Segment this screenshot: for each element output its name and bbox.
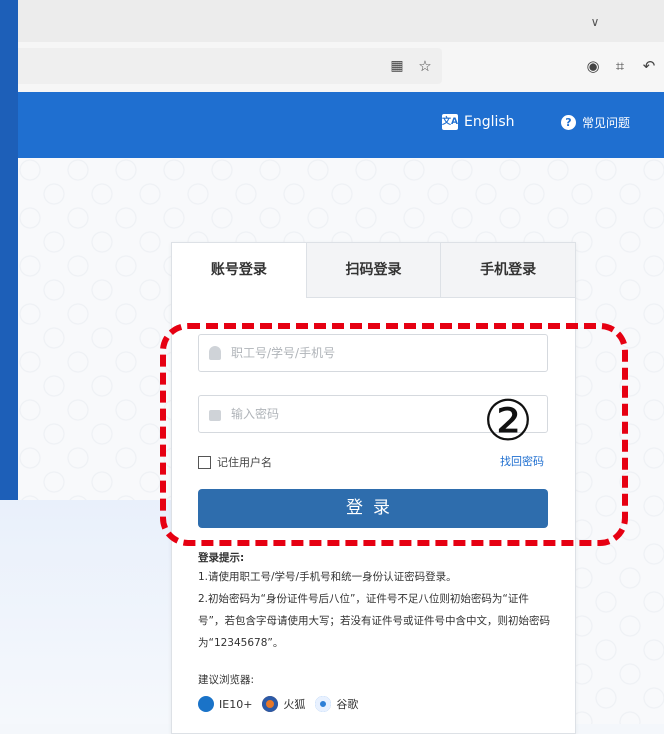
browser-firefox-label: 火狐 bbox=[283, 698, 306, 711]
faq-link[interactable]: ? 常见问题 bbox=[561, 114, 630, 131]
annotation-dashed-box bbox=[160, 323, 628, 546]
browsers-title: 建议浏览器: bbox=[198, 674, 255, 686]
qr-code-icon[interactable]: ▦ bbox=[388, 56, 406, 76]
annotation-step-number: ② bbox=[482, 389, 534, 454]
chevron-down-icon[interactable]: ∨ bbox=[588, 15, 602, 29]
browser-firefox: 火狐 bbox=[262, 696, 305, 712]
address-bar[interactable] bbox=[18, 48, 442, 84]
translate-icon: 文A bbox=[442, 114, 458, 130]
ie-icon bbox=[198, 696, 214, 712]
tips-line-2: 2.初始密码为“身份证件号后八位”，证件号不足八位则初始密码为“证件号”，若包含… bbox=[198, 593, 550, 649]
background-fade bbox=[0, 500, 180, 724]
browser-ie: IE10+ bbox=[198, 696, 252, 712]
left-window-strip bbox=[0, 0, 18, 500]
chrome-icon bbox=[315, 696, 332, 712]
back-icon[interactable]: ↶ bbox=[640, 56, 658, 76]
tab-account-login[interactable]: 账号登录 bbox=[172, 243, 306, 298]
login-tips: 登录提示: 1.请使用职工号/学号/手机号和统一身份认证密码登录。 2.初始密码… bbox=[198, 550, 554, 654]
account-icon[interactable]: ◉ bbox=[584, 56, 602, 76]
tab-phone-login[interactable]: 手机登录 bbox=[440, 243, 576, 298]
browser-ie-label: IE10+ bbox=[219, 697, 253, 711]
tips-line-1: 1.请使用职工号/学号/手机号和统一身份认证密码登录。 bbox=[198, 571, 457, 583]
browser-tabstrip: ∨ – bbox=[18, 0, 664, 42]
browser-chrome: 谷歌 bbox=[315, 696, 358, 712]
browser-toolbar: ▦ ☆ ◉ ⌗ ↶ bbox=[18, 42, 664, 93]
site-header: 文A English ? 常见问题 bbox=[18, 92, 664, 158]
question-icon: ? bbox=[561, 115, 576, 130]
login-tabs: 账号登录 扫码登录 手机登录 bbox=[172, 243, 576, 298]
crop-icon[interactable]: ⌗ bbox=[611, 56, 629, 76]
english-label: English bbox=[464, 114, 515, 130]
tab-qr-login[interactable]: 扫码登录 bbox=[305, 243, 441, 298]
browser-chrome-label: 谷歌 bbox=[336, 698, 359, 711]
star-icon[interactable]: ☆ bbox=[416, 56, 434, 76]
language-switch[interactable]: 文A English bbox=[442, 114, 515, 130]
faq-label: 常见问题 bbox=[582, 116, 631, 130]
tips-title: 登录提示: bbox=[198, 552, 245, 564]
browser-list: IE10+ 火狐 谷歌 bbox=[198, 696, 358, 712]
firefox-icon bbox=[262, 696, 279, 712]
